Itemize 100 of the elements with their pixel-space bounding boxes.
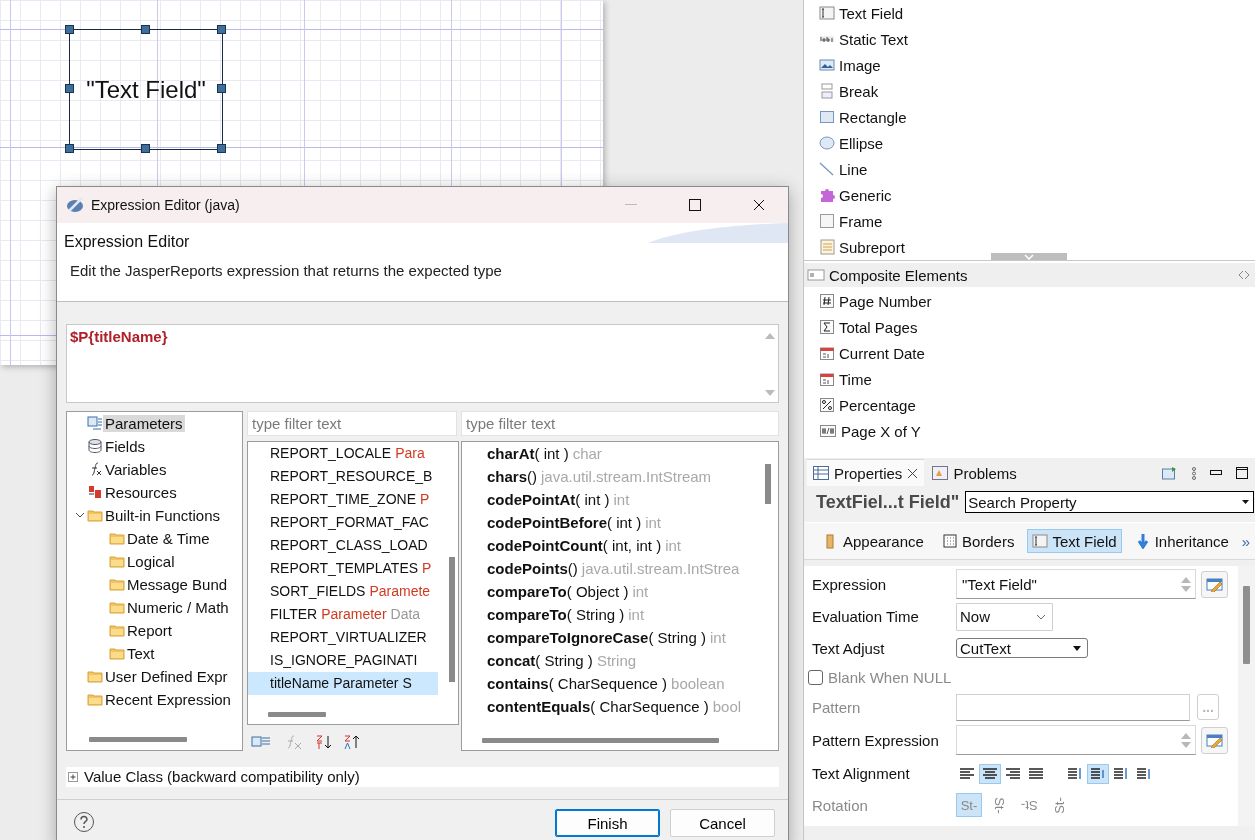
tree-item[interactable]: Recent Expression	[103, 690, 233, 708]
resize-handle[interactable]	[217, 84, 226, 93]
palette-item[interactable]: Page X of Y	[841, 422, 921, 440]
section-tab[interactable]: Text Field	[1027, 529, 1122, 553]
palette-item[interactable]: Ellipse	[839, 134, 884, 152]
palette-item[interactable]: Total Pages	[839, 318, 918, 336]
resize-handle[interactable]	[65, 84, 74, 93]
palette-item[interactable]: Image	[839, 56, 881, 74]
palette-item[interactable]: Text Field	[839, 4, 904, 22]
caret-down-icon	[1073, 645, 1081, 651]
resize-handle[interactable]	[65, 25, 74, 34]
palette-section-header[interactable]: Composite Elements	[804, 263, 1255, 287]
tree-item[interactable]: Resources	[103, 483, 179, 501]
expression-field[interactable]	[956, 725, 1196, 755]
tree-item[interactable]: Numeric / Math	[125, 598, 231, 616]
resize-handle[interactable]	[217, 144, 226, 153]
edit-expression-button[interactable]	[1201, 570, 1228, 598]
resize-handle[interactable]	[65, 144, 74, 153]
list-item[interactable]: FILTER Parameter Data	[248, 602, 438, 626]
view-tab[interactable]: Properties	[807, 459, 925, 486]
palette-item[interactable]: Percentage	[839, 396, 916, 414]
filter-field[interactable]: type filter text	[247, 410, 457, 436]
list-item[interactable]: titleName Parameter S	[248, 671, 438, 695]
frame-icon	[819, 213, 835, 229]
method-item[interactable]: contains( CharSequence ) boolean	[462, 671, 762, 695]
method-item[interactable]: codePointAt( int ) int	[462, 487, 762, 511]
list-item[interactable]: REPORT_FORMAT_FAC	[248, 510, 438, 534]
scrollbar[interactable]	[89, 736, 187, 742]
method-item[interactable]: compareTo( Object ) int	[462, 579, 762, 603]
tree-item[interactable]: Fields	[103, 437, 147, 455]
close-icon[interactable]	[907, 467, 919, 479]
dropdown[interactable]: CutText	[956, 638, 1088, 658]
list-item[interactable]: REPORT_LOCALE Para	[248, 441, 438, 465]
palette-item[interactable]: Current Date	[839, 344, 925, 362]
dialog-button[interactable]: Finish	[555, 809, 660, 838]
list-item[interactable]: REPORT_RESOURCE_B	[248, 464, 438, 488]
tree-item[interactable]: Built-in Functions	[103, 506, 223, 524]
edit-expression-button[interactable]	[1201, 726, 1228, 754]
expand-icon[interactable]	[68, 771, 78, 782]
expression-editor[interactable]: $P{titleName}	[66, 323, 779, 403]
resize-handle[interactable]	[141, 25, 150, 34]
list-item[interactable]: REPORT_VIRTUALIZER	[248, 625, 438, 649]
scrollbar[interactable]	[482, 737, 719, 743]
list-item[interactable]: REPORT_TIME_ZONE P	[248, 487, 438, 511]
palette-item[interactable]: Frame	[839, 212, 883, 230]
dialog-button[interactable]: Cancel	[670, 809, 775, 838]
palette-item[interactable]: Time	[839, 370, 872, 388]
method-item[interactable]: chars() java.util.stream.IntStream	[462, 464, 762, 488]
element-title: TextFiel...t Field"	[816, 491, 960, 513]
tree-item[interactable]: Text	[125, 644, 157, 662]
palette-item[interactable]: Subreport	[839, 238, 905, 256]
list-item[interactable]: REPORT_CLASS_LOAD	[248, 533, 438, 557]
tree-item[interactable]: Logical	[125, 552, 177, 570]
pattern-field[interactable]	[956, 693, 1190, 721]
method-item[interactable]: codePointBefore( int ) int	[462, 510, 762, 534]
method-item[interactable]: codePointCount( int, int ) int	[462, 533, 762, 557]
list-item[interactable]: IS_IGNORE_PAGINATI	[248, 648, 438, 672]
method-item[interactable]: compareTo( String ) int	[462, 602, 762, 626]
list-item[interactable]: REPORT_TEMPLATES P	[248, 556, 438, 580]
palette-item[interactable]: Generic	[839, 186, 892, 204]
method-item[interactable]: codePoints() java.util.stream.IntStrea	[462, 556, 762, 580]
calendar-icon	[819, 371, 835, 387]
section-tab[interactable]: Appearance	[818, 529, 929, 553]
tree-item[interactable]: Parameters	[103, 414, 185, 432]
tree-item[interactable]: User Defined Expr	[103, 667, 230, 685]
valign-button[interactable]	[1087, 763, 1109, 784]
scrollbar[interactable]	[268, 711, 326, 717]
tree-item[interactable]: Report	[125, 621, 175, 639]
method-item[interactable]: contentEquals( CharSequence ) bool	[462, 694, 762, 718]
palette-item[interactable]: Line	[839, 160, 868, 178]
method-item[interactable]: concat( String ) String	[462, 648, 762, 672]
palette-item[interactable]: Break	[839, 82, 879, 100]
section-tab[interactable]: Inheritance	[1129, 529, 1234, 553]
view-tab[interactable]: Problems	[926, 459, 1023, 486]
tree-item[interactable]: Variables	[103, 460, 169, 478]
more-tabs-button[interactable]: »	[1241, 532, 1251, 550]
spin-up-icon	[1181, 732, 1191, 739]
method-item[interactable]: charAt( int ) char	[462, 441, 762, 465]
collapse-handle[interactable]	[991, 253, 1067, 260]
palette-item[interactable]: Static Text	[839, 30, 908, 48]
method-item[interactable]: compareToIgnoreCase( String ) int	[462, 625, 762, 649]
parameters-icon	[87, 415, 103, 432]
vertical-align-icon	[1090, 765, 1106, 782]
palette-item[interactable]: Page Number	[839, 292, 932, 310]
scrollbar[interactable]	[449, 556, 455, 682]
element-text: "Text Field"	[86, 75, 206, 104]
section-tab[interactable]: Borders	[936, 529, 1020, 553]
scrollbar[interactable]	[765, 463, 771, 504]
resize-handle[interactable]	[141, 144, 150, 153]
search-property-field[interactable]: Search Property	[965, 491, 1254, 513]
dropdown[interactable]: Now	[956, 602, 1053, 631]
tree-item[interactable]: Date & Time	[125, 529, 212, 547]
expression-field[interactable]: "Text Field"	[956, 569, 1196, 599]
align-button[interactable]	[979, 763, 1001, 784]
resize-handle[interactable]	[217, 25, 226, 34]
tree-item[interactable]: Message Bund	[125, 575, 230, 593]
filter-field[interactable]: type filter text	[461, 410, 779, 436]
list-item[interactable]: SORT_FIELDS Paramete	[248, 579, 438, 603]
spin-down-icon	[1181, 585, 1191, 592]
palette-item[interactable]: Rectangle	[839, 108, 907, 126]
